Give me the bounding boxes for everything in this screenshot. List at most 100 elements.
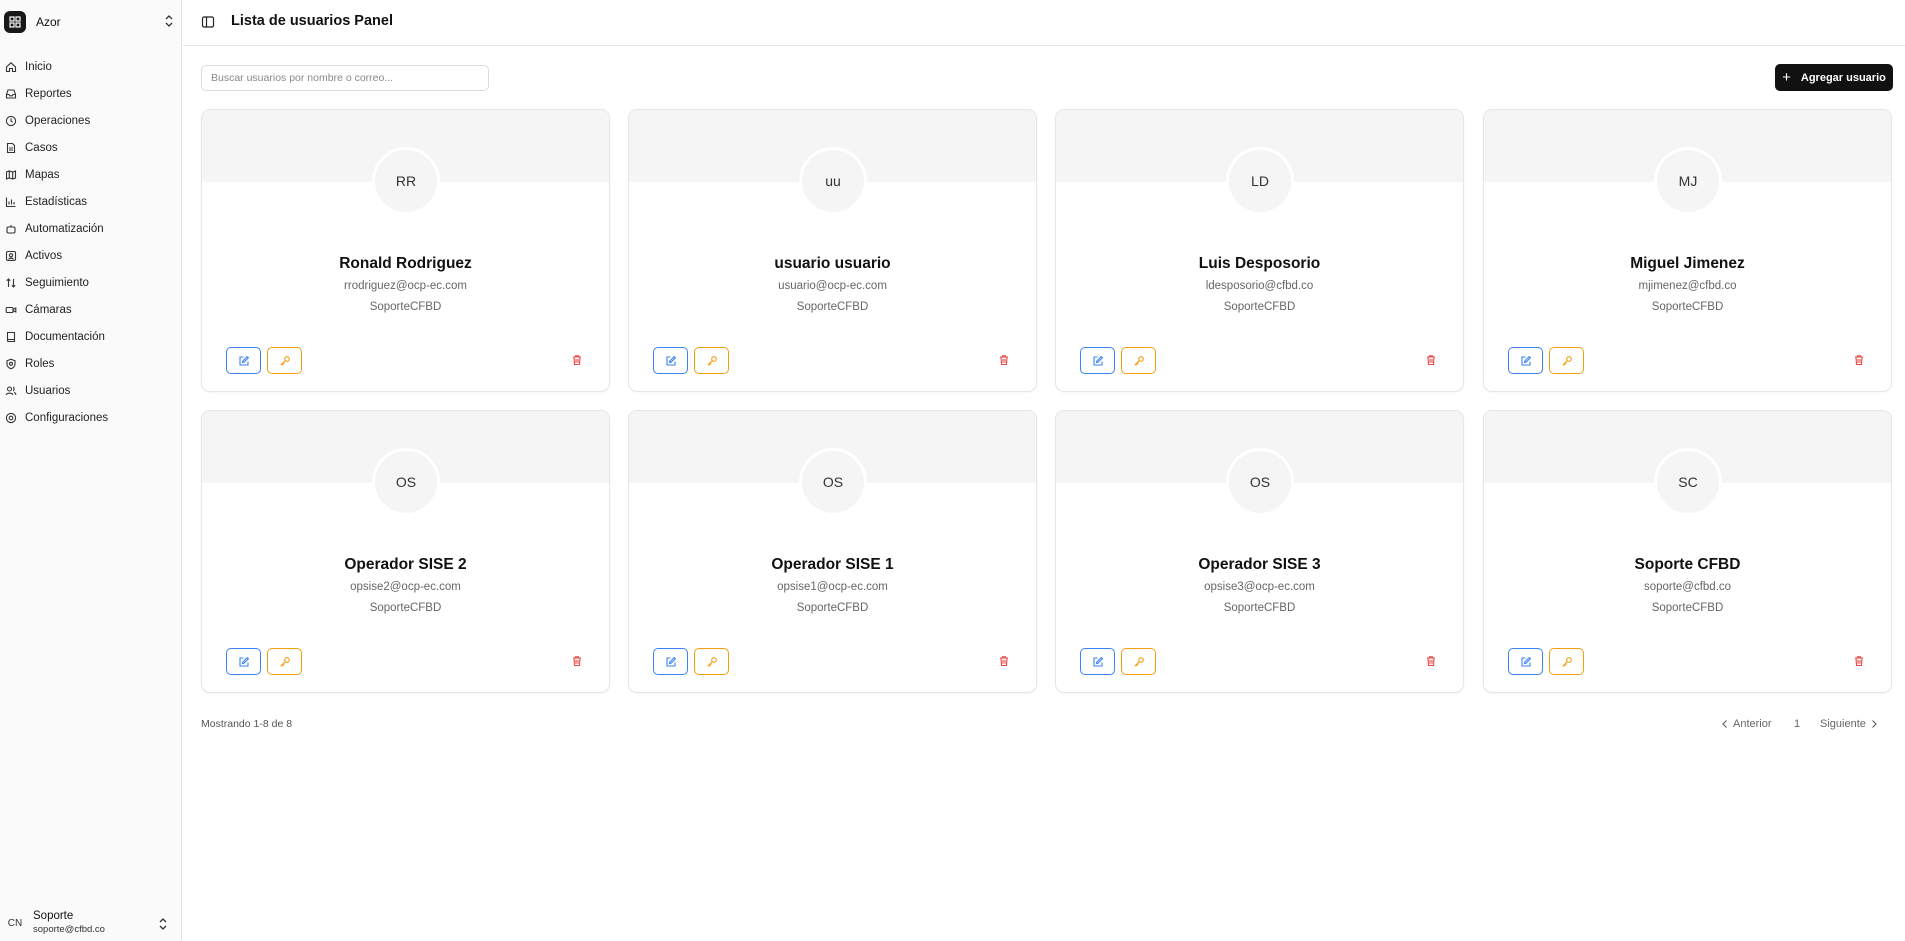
top-header: Lista de usuarios Panel [183,0,1905,46]
user-company: SoporteCFBD [369,602,442,614]
users-icon [4,384,17,397]
user-email: usuario@ocp-ec.com [778,280,887,292]
avatar: OS [372,448,440,516]
edit-icon [665,656,676,667]
user-card: SC Soporte CFBD soporte@cfbd.co SoporteC… [1483,410,1892,693]
reset-password-button[interactable] [1549,347,1584,374]
sidebar-item-reportes[interactable]: Reportes [0,80,182,107]
user-name: Operador SISE 2 [344,556,467,573]
sidebar-item-label: Activos [25,249,63,262]
bar-chart-icon [4,195,17,208]
sidebar-item-casos[interactable]: Casos [0,134,182,161]
sidebar-item-label: Seguimiento [25,276,89,289]
sidebar-item-usuarios[interactable]: Usuarios [0,377,182,404]
edit-icon [1092,355,1103,366]
user-card: uu usuario usuario usuario@ocp-ec.com So… [628,109,1037,392]
avatar: MJ [1654,147,1722,215]
sidebar-item-automatizacion[interactable]: Automatización [0,215,182,242]
delete-user-button[interactable] [995,351,1013,369]
sidebar-item-inicio[interactable]: Inicio [0,53,182,80]
trash-icon [573,355,581,366]
workspace-switcher[interactable]: Azor [4,10,174,34]
sort-icon [4,276,17,289]
sidebar-item-label: Usuarios [25,384,71,397]
key-icon [279,355,290,366]
sidebar-item-configuraciones[interactable]: Configuraciones [0,404,182,431]
trash-icon [573,656,581,667]
edit-user-button[interactable] [1080,648,1115,675]
reset-password-button[interactable] [694,347,729,374]
add-user-button[interactable]: + Agregar usuario [1775,64,1893,91]
sidebar-item-camaras[interactable]: Cámaras [0,296,182,323]
sidebar-item-roles[interactable]: Roles [0,350,182,377]
reset-password-button[interactable] [1121,347,1156,374]
user-email: soporte@cfbd.co [33,924,105,935]
trash-icon [1855,656,1863,667]
reset-password-button[interactable] [1121,648,1156,675]
sidebar-item-documentacion[interactable]: Documentación [0,323,182,350]
delete-user-button[interactable] [995,652,1013,670]
reset-password-button[interactable] [267,347,302,374]
avatar: OS [799,448,867,516]
reset-password-button[interactable] [267,648,302,675]
prev-page-button[interactable]: Anterior [1717,716,1772,732]
edit-icon [1520,656,1531,667]
page-number-button[interactable]: 1 [1794,716,1800,732]
user-name: Soporte [33,910,74,922]
next-page-label: Siguiente [1820,718,1866,730]
key-icon [1133,355,1144,366]
edit-user-button[interactable] [653,648,688,675]
user-card: OS Operador SISE 1 opsise1@ocp-ec.com So… [628,410,1037,693]
edit-icon [1092,656,1103,667]
sidebar-toggle-icon[interactable] [201,15,215,29]
user-email: ldesposorio@cfbd.co [1205,280,1314,292]
delete-user-button[interactable] [1422,351,1440,369]
clock-icon [4,114,17,127]
sidebar-item-seguimiento[interactable]: Seguimiento [0,269,182,296]
file-icon [4,141,17,154]
trash-icon [1000,355,1008,366]
delete-user-button[interactable] [568,652,586,670]
edit-icon [238,355,249,366]
user-card: OS Operador SISE 3 opsise3@ocp-ec.com So… [1055,410,1464,693]
gear-icon [4,411,17,424]
sidebar-item-activos[interactable]: Activos [0,242,182,269]
sidebar-item-label: Inicio [25,60,52,73]
key-icon [706,355,717,366]
next-page-button[interactable]: Siguiente [1820,716,1882,732]
edit-user-button[interactable] [226,347,261,374]
edit-user-button[interactable] [1508,648,1543,675]
delete-user-button[interactable] [1422,652,1440,670]
user-email: opsise3@ocp-ec.com [1204,581,1315,593]
sidebar-item-label: Operaciones [25,114,91,127]
user-name: Luis Desposorio [1198,255,1321,272]
reset-password-button[interactable] [1549,648,1584,675]
edit-user-button[interactable] [226,648,261,675]
sidebar-item-operaciones[interactable]: Operaciones [0,107,182,134]
user-card: OS Operador SISE 2 opsise2@ocp-ec.com So… [201,410,610,693]
search-input[interactable] [201,65,489,91]
sidebar-item-estadisticas[interactable]: Estadísticas [0,188,182,215]
sidebar-item-mapas[interactable]: Mapas [0,161,182,188]
edit-user-button[interactable] [1508,347,1543,374]
reset-password-button[interactable] [694,648,729,675]
avatar: RR [372,147,440,215]
user-menu[interactable]: CN Soporte soporte@cfbd.co [0,905,182,941]
sidebar-item-label: Automatización [25,222,104,235]
edit-user-button[interactable] [653,347,688,374]
avatar: OS [1226,448,1294,516]
delete-user-button[interactable] [1850,652,1868,670]
avatar: SC [1654,448,1722,516]
trash-icon [1427,656,1435,667]
key-icon [706,656,717,667]
sidebar-item-label: Roles [25,357,55,370]
user-info: Soporte soporte@cfbd.co [33,910,105,936]
edit-user-button[interactable] [1080,347,1115,374]
key-icon [1561,355,1572,366]
user-name: Miguel Jimenez [1630,255,1745,272]
sidebar-item-label: Documentación [25,330,105,343]
delete-user-button[interactable] [568,351,586,369]
app-logo-icon [4,11,26,33]
delete-user-button[interactable] [1850,351,1868,369]
user-name: Soporte CFBD [1634,556,1741,573]
